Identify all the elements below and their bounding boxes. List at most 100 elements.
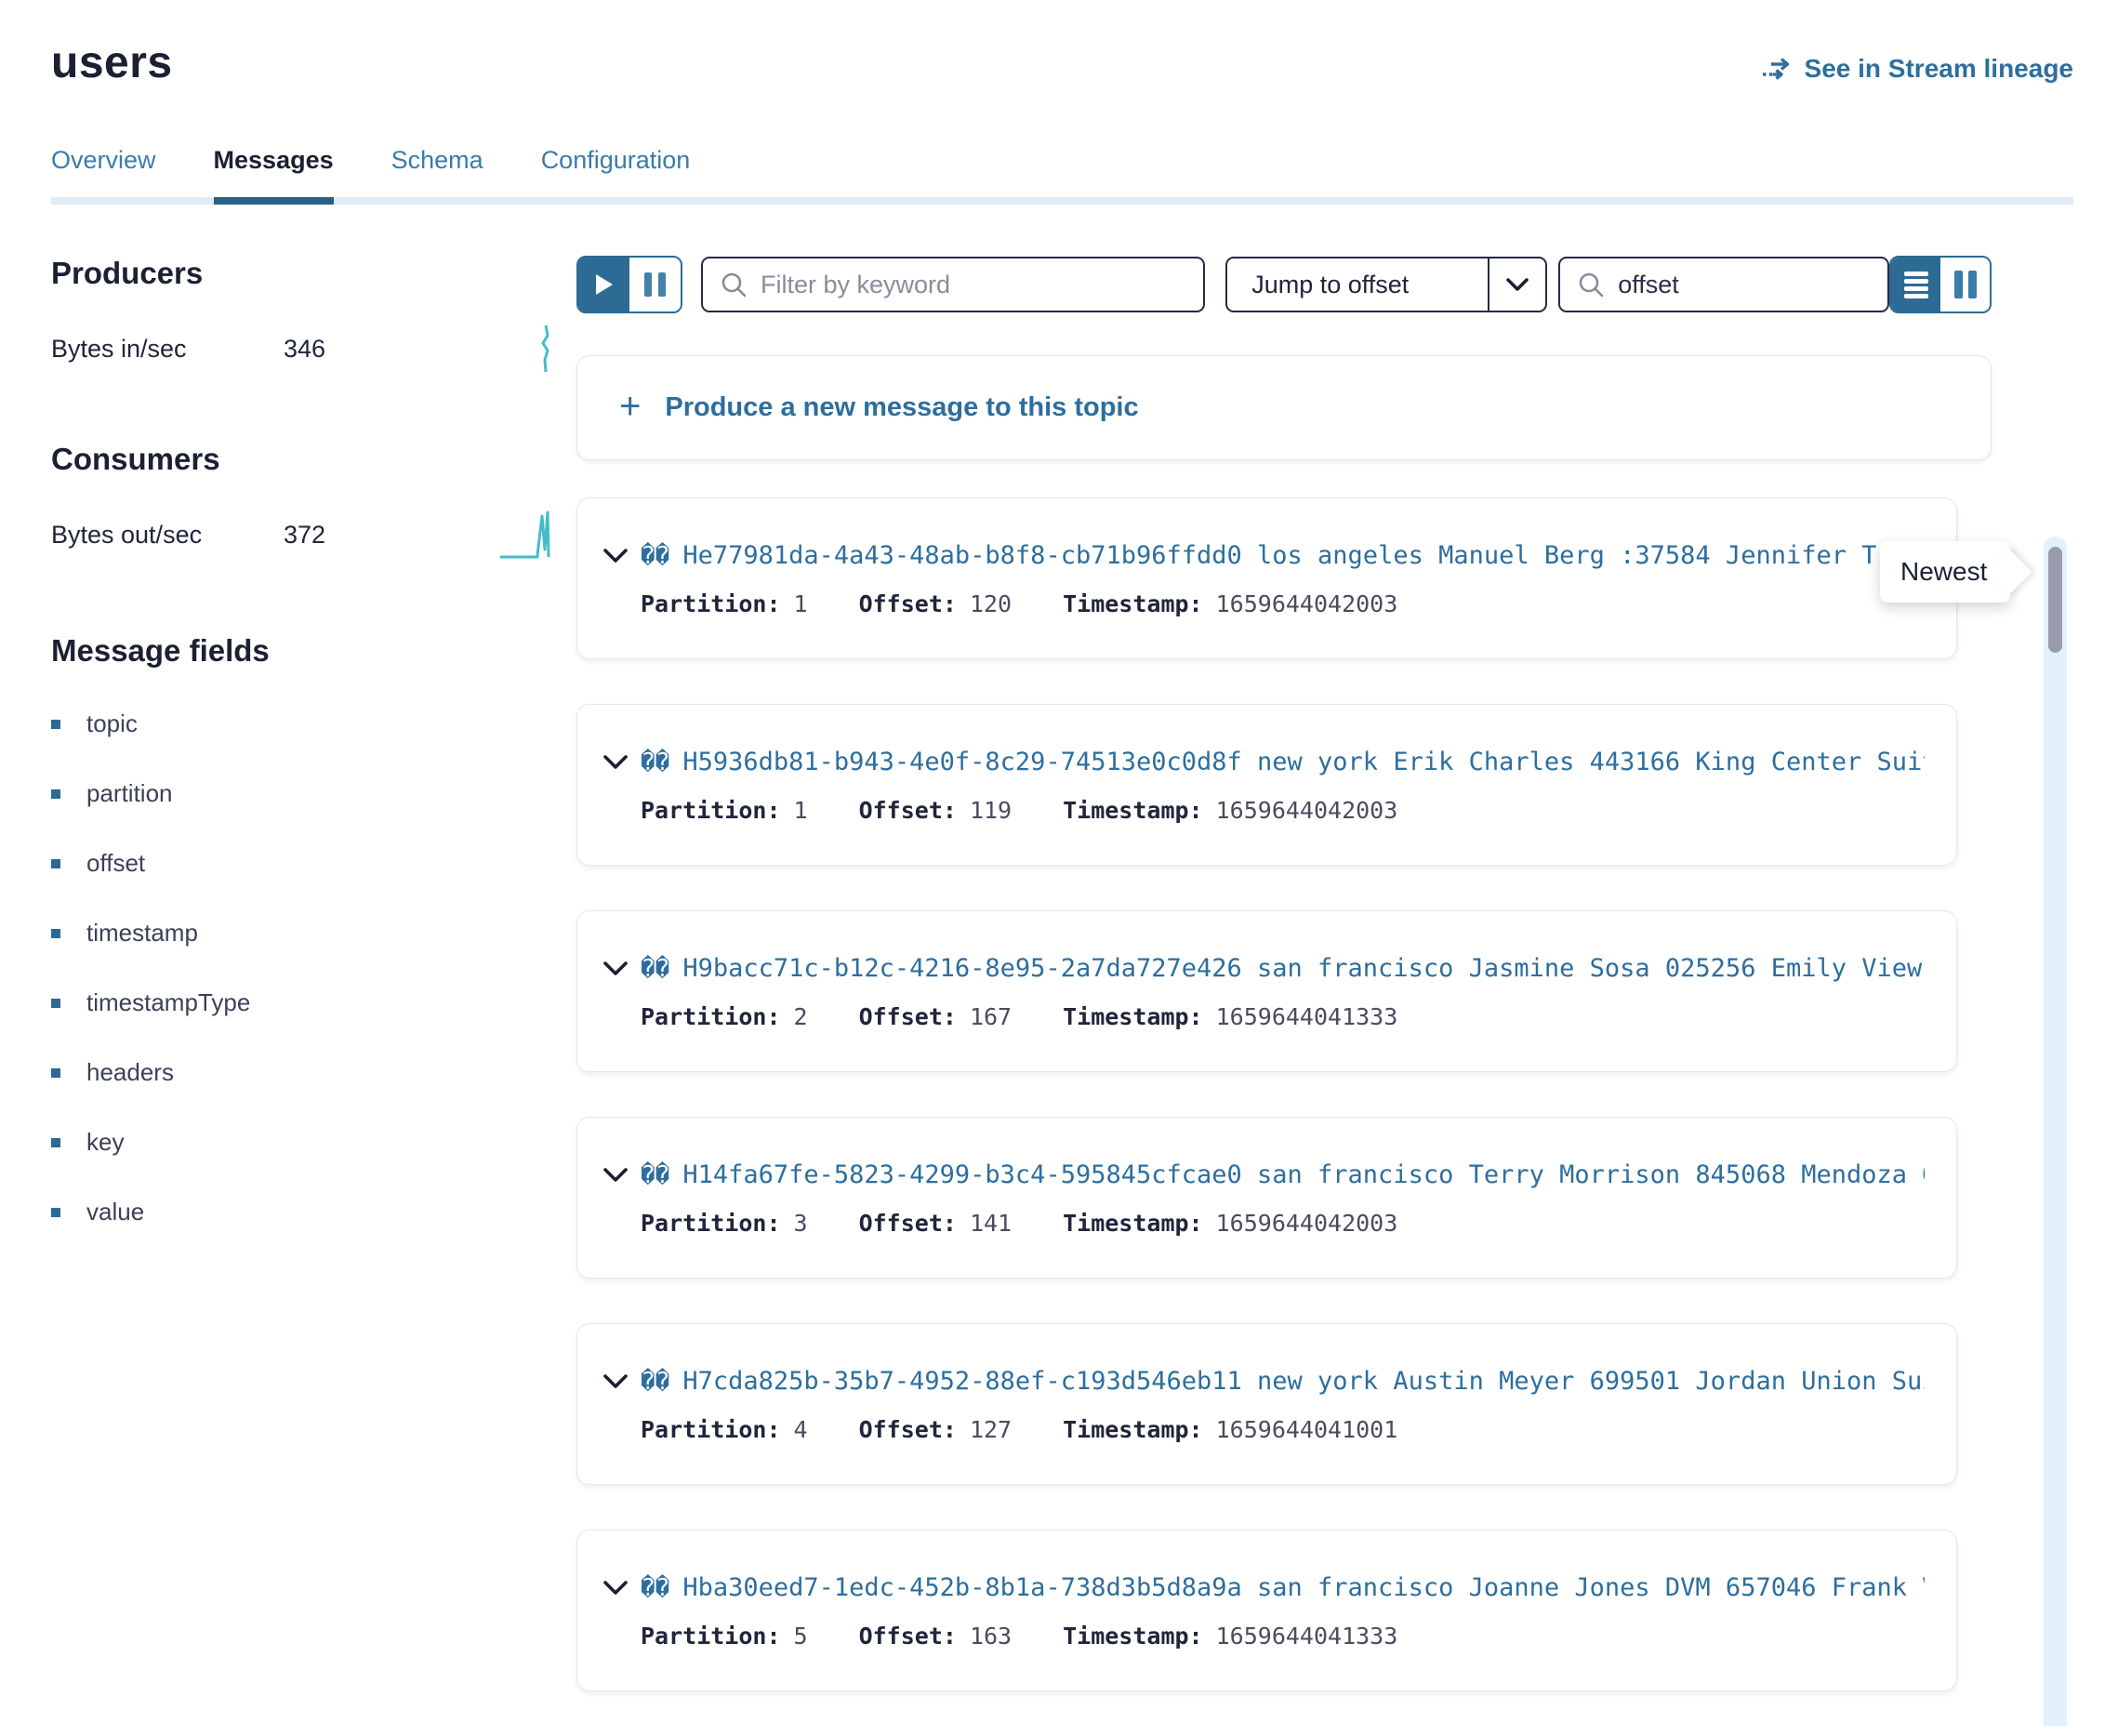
jump-to-offset-select[interactable]: Jump to offset xyxy=(1225,257,1547,312)
filter-keyword-input[interactable]: Filter by keyword xyxy=(701,257,1205,312)
timestamp-label: Timestamp: xyxy=(1063,1210,1203,1237)
square-bullet-icon xyxy=(51,720,60,729)
filter-placeholder: Filter by keyword xyxy=(761,271,950,299)
produce-message-button[interactable]: + Produce a new message to this topic xyxy=(576,355,1992,460)
lineage-arrow-icon xyxy=(1762,57,1794,81)
field-label: headers xyxy=(86,1058,174,1087)
field-item-topic[interactable]: topic xyxy=(51,709,576,738)
field-label: topic xyxy=(86,709,138,738)
square-bullet-icon xyxy=(51,999,60,1008)
field-item-key[interactable]: key xyxy=(51,1128,576,1157)
column-view-button[interactable] xyxy=(1940,258,1990,311)
tab-schema[interactable]: Schema xyxy=(391,146,483,197)
message-row[interactable]: �� H5936db81-b943-4e0f-8c29-74513e0c0d8f… xyxy=(576,704,1957,866)
square-bullet-icon xyxy=(51,1138,60,1147)
live-consume-toggle xyxy=(576,256,682,313)
expand-chevron-icon[interactable] xyxy=(603,549,628,563)
bytes-out-value: 372 xyxy=(284,521,386,550)
expand-chevron-icon[interactable] xyxy=(603,1374,628,1389)
key-bytes-glyphs: �� xyxy=(641,955,669,983)
message-fields-block: Message fields topic partition offset ti… xyxy=(51,633,576,1226)
producers-heading: Producers xyxy=(51,256,576,291)
field-item-partition[interactable]: partition xyxy=(51,779,576,808)
partition-label: Partition: xyxy=(641,1416,781,1443)
message-row[interactable]: �� H9bacc71c-b12c-4216-8e95-2a7da727e426… xyxy=(576,910,1957,1072)
offset-search-input[interactable]: offset xyxy=(1558,257,1889,312)
column-view-icon xyxy=(1954,271,1977,298)
offset-label: Offset: xyxy=(859,1416,957,1443)
view-mode-toggle xyxy=(1889,256,1992,313)
field-item-offset[interactable]: offset xyxy=(51,849,576,878)
timestamp-value: 1659644041333 xyxy=(1216,1623,1398,1650)
field-item-timestampType[interactable]: timestampType xyxy=(51,988,576,1017)
messages-scrollbar-thumb[interactable] xyxy=(2048,547,2062,653)
square-bullet-icon xyxy=(51,859,60,868)
partition-value: 2 xyxy=(794,1003,808,1030)
sidebar: Producers Bytes in/sec 346 Consumers Byt… xyxy=(51,256,576,1736)
field-item-timestamp[interactable]: timestamp xyxy=(51,919,576,948)
timestamp-label: Timestamp: xyxy=(1063,590,1203,617)
square-bullet-icon xyxy=(51,1208,60,1217)
content-columns: Producers Bytes in/sec 346 Consumers Byt… xyxy=(51,256,2073,1736)
timestamp-label: Timestamp: xyxy=(1063,797,1203,824)
partition-value: 3 xyxy=(794,1210,808,1237)
consumers-heading: Consumers xyxy=(51,442,576,477)
bytes-in-value: 346 xyxy=(284,335,386,364)
plus-icon: + xyxy=(619,388,641,425)
message-row[interactable]: �� He77981da-4a43-48ab-b8f8-cb71b96ffdd0… xyxy=(576,497,1957,659)
tab-overview[interactable]: Overview xyxy=(51,146,156,197)
message-key-text: H9bacc71c-b12c-4216-8e95-2a7da727e426 sa… xyxy=(682,954,1925,983)
message-key-text: He77981da-4a43-48ab-b8f8-cb71b96ffdd0 lo… xyxy=(682,541,1925,570)
message-row[interactable]: �� H14fa67fe-5823-4299-b3c4-595845cfcae0… xyxy=(576,1117,1957,1279)
messages-scrollbar-track[interactable] xyxy=(2044,537,2067,1726)
list-view-button[interactable] xyxy=(1891,258,1940,311)
message-row[interactable]: �� Hba30eed7-1edc-452b-8b1a-738d3b5d8a9a… xyxy=(576,1530,1957,1691)
field-label: partition xyxy=(86,779,173,808)
expand-chevron-icon[interactable] xyxy=(603,1581,628,1596)
offset-label: Offset: xyxy=(859,590,957,617)
expand-chevron-icon[interactable] xyxy=(603,961,628,976)
timestamp-value: 1659644041333 xyxy=(1216,1003,1398,1030)
offset-value: 120 xyxy=(970,590,1012,617)
key-bytes-glyphs: �� xyxy=(641,1161,669,1189)
pause-button[interactable] xyxy=(629,258,681,311)
bytes-out-sparkline xyxy=(498,509,558,561)
consumers-block: Consumers Bytes out/sec 372 xyxy=(51,442,576,561)
bytes-out-label: Bytes out/sec xyxy=(51,521,284,550)
message-fields-heading: Message fields xyxy=(51,633,576,669)
bytes-out-metric: Bytes out/sec 372 xyxy=(51,509,576,561)
tab-configuration[interactable]: Configuration xyxy=(541,146,691,197)
newest-tooltip-label: Newest xyxy=(1900,557,1987,587)
expand-chevron-icon[interactable] xyxy=(603,755,628,770)
offset-label: Offset: xyxy=(859,1623,957,1650)
partition-label: Partition: xyxy=(641,797,781,824)
bytes-in-sparkline xyxy=(534,323,558,375)
jump-select-value: Jump to offset xyxy=(1227,258,1488,311)
partition-value: 1 xyxy=(794,797,808,824)
stream-lineage-link[interactable]: See in Stream lineage xyxy=(1762,54,2073,84)
play-button[interactable] xyxy=(578,258,629,311)
field-item-headers[interactable]: headers xyxy=(51,1058,576,1087)
topic-messages-page: users See in Stream lineage Overview Mes… xyxy=(0,0,2118,1726)
tab-messages[interactable]: Messages xyxy=(214,146,334,197)
offset-value: 119 xyxy=(970,797,1012,824)
offset-label: Offset: xyxy=(859,797,957,824)
field-label: value xyxy=(86,1198,144,1226)
messages-toolbar: Filter by keyword Jump to offset xyxy=(576,256,1992,313)
search-icon xyxy=(720,271,748,298)
expand-chevron-icon[interactable] xyxy=(603,1168,628,1183)
square-bullet-icon xyxy=(51,1068,60,1078)
page-title: users xyxy=(51,37,173,88)
key-bytes-glyphs: �� xyxy=(641,749,669,776)
field-label: timestamp xyxy=(86,919,198,948)
message-key-text: H7cda825b-35b7-4952-88ef-c193d546eb11 ne… xyxy=(682,1367,1925,1396)
field-item-value[interactable]: value xyxy=(51,1198,576,1226)
offset-value: 167 xyxy=(970,1003,1012,1030)
partition-label: Partition: xyxy=(641,590,781,617)
key-bytes-glyphs: �� xyxy=(641,542,669,570)
partition-value: 5 xyxy=(794,1623,808,1650)
message-row[interactable]: �� H7cda825b-35b7-4952-88ef-c193d546eb11… xyxy=(576,1323,1957,1485)
offset-value: 163 xyxy=(970,1623,1012,1650)
timestamp-value: 1659644042003 xyxy=(1216,1210,1398,1237)
timestamp-value: 1659644042003 xyxy=(1216,590,1398,617)
